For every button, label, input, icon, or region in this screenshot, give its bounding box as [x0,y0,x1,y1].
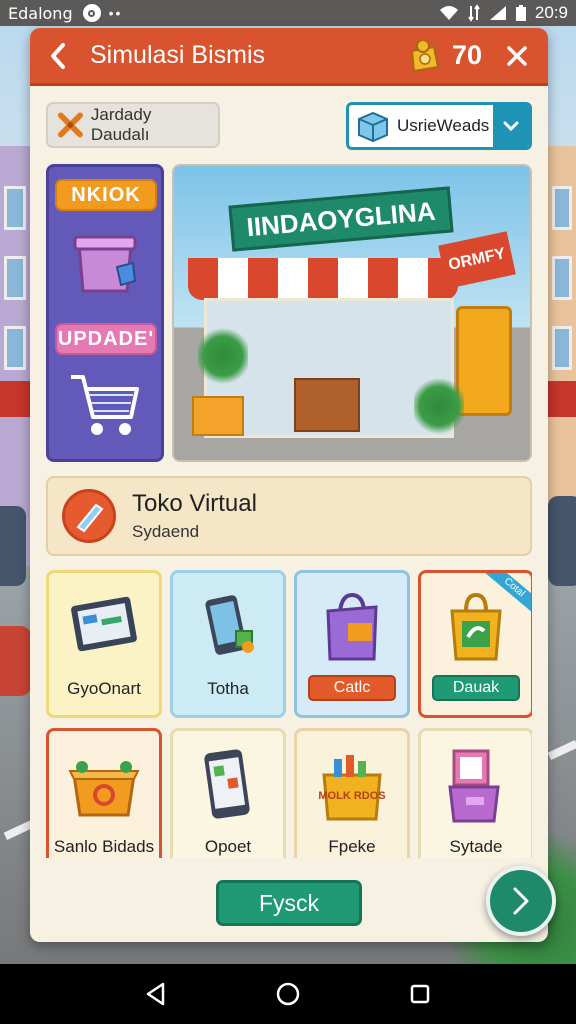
signal-icon [489,6,506,20]
car [548,496,576,586]
tile-totha[interactable]: Totha [170,570,286,718]
shop-sign-right [546,381,576,417]
tile-catlc[interactable]: Catlc [294,570,410,718]
counter-desk [294,378,360,432]
tile-label: Sytade [449,837,503,856]
nav-home-button[interactable] [268,974,308,1014]
title-bar: Simulasi Bismis 70 [30,28,548,86]
square-recents-icon [410,984,430,1004]
chevron-right-icon [513,887,529,915]
notification-icon [82,4,101,22]
more-notifications-icon: •• [108,5,123,21]
window [552,186,572,230]
display-stand-icon [448,749,500,823]
crate-icon [68,761,140,817]
close-button[interactable] [500,36,534,76]
close-icon [507,45,527,66]
triangle-back-icon [146,982,165,1006]
shop-type-value: UsrieWeads [397,116,490,135]
road-marking [547,740,576,760]
cardboard-box [192,396,244,436]
profile-badge-label: Jardady Daudalı [90,105,152,144]
nav-recents-button[interactable] [400,974,440,1014]
update-button[interactable]: UPDADE' [55,323,157,355]
tile-pill: Catlc [308,675,396,701]
coin-count: 70 [451,40,482,70]
nav-back-button[interactable] [136,974,176,1014]
tile-label: Opoet [204,837,252,856]
vending-machine [456,306,512,416]
shopping-bag-icon [326,592,378,661]
tile-pill: Dauak [432,675,520,701]
store-badge-icon [62,489,116,543]
shopping-cart-icon [71,375,139,435]
tile-dauak[interactable]: Cotal Dauak [418,570,532,718]
window [4,186,26,230]
tile-fpeke[interactable]: MOLK RDOS Fpeke [294,728,410,858]
car [0,506,26,586]
gift-bag-icon [450,592,502,661]
tablet-dashboard-icon [71,596,137,652]
next-button[interactable] [486,866,556,936]
store-name: Toko Virtual [132,490,257,517]
primary-action-button[interactable]: Fysck [216,880,362,926]
window [4,326,26,370]
chevron-down-icon [503,121,519,132]
action-sidebar: NKIOK UPDADE' [46,164,164,462]
storage-box-icon [73,235,137,293]
striped-awning [188,258,458,300]
profile-badge-button[interactable]: Jardady Daudalı [46,102,220,148]
store-illustration: IINDAOYGLINA ORMFY [172,164,532,462]
category-grid: GyoOnart Totha Catlc Cotal Dauak Sanlo B… [46,570,532,858]
store-side-sign: ORMFY [438,231,516,289]
battery-icon [515,5,526,21]
smartphone-icon [205,595,254,655]
store-subtitle: Sydaend [132,522,200,541]
product-box-text: MOLK RDOS [318,790,385,802]
tile-label: Fpeke [328,837,376,856]
window [552,326,572,370]
car [0,626,32,696]
potted-plant [198,326,248,386]
window [552,256,572,300]
tile-opoet[interactable]: Opoet [170,728,286,858]
crossed-tools-icon [57,112,83,138]
tile-gyoonart[interactable]: GyoOnart [46,570,162,718]
back-button[interactable] [44,36,72,76]
carrier-name: Edalong [8,3,73,23]
business-sim-panel: Simulasi Bismis 70 Jardady Daudalı Usrie… [30,28,548,942]
page-title: Simulasi Bismis [90,41,266,69]
shop-type-select[interactable]: UsrieWeads [346,102,532,150]
product-box-icon: MOLK RDOS [318,755,386,821]
tile-label: Sanlo Bidads [53,837,155,856]
store-main-sign: IINDAOYGLINA [228,186,454,252]
tile-sytade[interactable]: Sytade [418,728,532,858]
tag-icon [76,503,104,533]
tile-label: GyoOnart [67,679,141,698]
potted-plant [414,376,464,436]
coin-counter: 70 [404,37,482,75]
coin-bag-icon [410,38,440,72]
shop-sign-left [0,381,32,417]
tile-label: Totha [207,679,249,698]
phone-catalog-icon [204,749,250,819]
navigation-bar [0,964,576,1024]
data-icon [468,4,480,22]
wifi-icon [439,6,458,20]
circle-home-icon [276,982,300,1006]
dropdown-toggle[interactable] [493,105,529,147]
window [4,256,26,300]
tile-sanlo-bidads[interactable]: Sanlo Bidads [46,728,162,858]
clock: 20:9 [534,3,568,22]
status-bar: Edalong •• 20:9 [0,0,576,26]
box-icon [358,111,388,143]
chevron-left-icon [51,42,65,69]
toolbar: Jardady Daudalı UsrieWeads [46,102,532,150]
store-info-card[interactable]: Toko Virtual Sydaend [46,476,532,556]
nkiok-button[interactable]: NKIOK [55,179,157,211]
